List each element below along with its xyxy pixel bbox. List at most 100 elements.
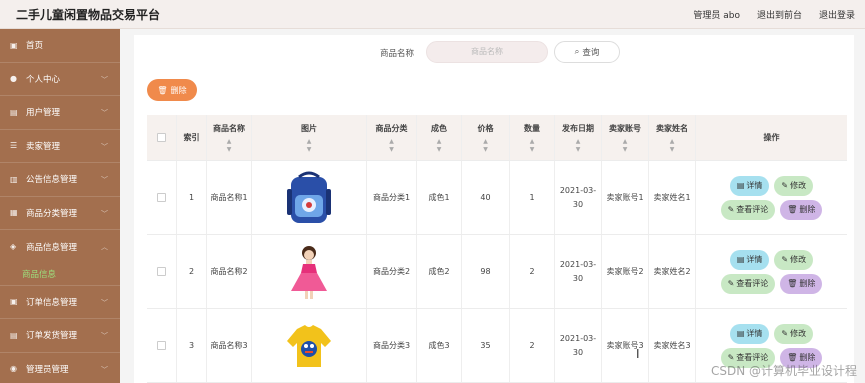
cell-seller-account: 卖家账号2 bbox=[602, 235, 649, 308]
cell-seller-name: 卖家姓名2 bbox=[649, 235, 696, 308]
sidebar: ▣ 首页 ● 个人中心 ﹀ ▤ 用户管理 ﹀ ☰ 卖家管理 ﹀ ▥ 公告信息管理… bbox=[0, 29, 120, 383]
sidebar-item-admins[interactable]: ◉ 管理员管理 ﹀ bbox=[0, 353, 120, 383]
header-date[interactable]: 发布日期 ▲ ▼ bbox=[555, 115, 602, 160]
row-delete-label: 删除 bbox=[799, 278, 816, 288]
edit-label: 修改 bbox=[790, 254, 807, 264]
order-icon: ▣ bbox=[10, 297, 18, 307]
edit-button[interactable]: ✎ 修改 bbox=[774, 175, 814, 196]
sidebar-item-label: 公告信息管理 bbox=[26, 175, 78, 186]
view-comments-button[interactable]: ✎ 查看评论 bbox=[720, 273, 776, 294]
batch-delete-button[interactable]: 🗑 删除 bbox=[147, 79, 197, 101]
header-category[interactable]: 商品分类 ▲ ▼ bbox=[367, 115, 417, 160]
sort-icon[interactable]: ▲ ▼ bbox=[227, 138, 232, 154]
header-label: 操作 bbox=[763, 132, 780, 142]
row-delete-button[interactable]: 🗑 删除 bbox=[780, 199, 823, 220]
pencil-icon: ✎ bbox=[781, 254, 789, 264]
row-checkbox[interactable] bbox=[157, 193, 166, 202]
header-name[interactable]: 商品名称 ▲ ▼ bbox=[207, 115, 252, 160]
search-input[interactable]: 商品名称 bbox=[426, 41, 548, 63]
cell-index: 3 bbox=[177, 309, 207, 382]
detail-label: 详情 bbox=[746, 328, 763, 338]
cell-image bbox=[252, 235, 367, 308]
sort-icon[interactable]: ▲ ▼ bbox=[576, 138, 581, 154]
pencil-icon: ✎ bbox=[727, 278, 735, 288]
detail-label: 详情 bbox=[746, 180, 763, 190]
chevron-down-icon: ﹀ bbox=[101, 209, 108, 218]
cell-index: 2 bbox=[177, 235, 207, 308]
header-label: 成色 bbox=[431, 123, 447, 133]
header-seller-name[interactable]: 卖家姓名 ▲ ▼ bbox=[649, 115, 696, 160]
cell-actions: ▤ 详情 ✎ 修改 ✎ 查看评论 🗑 删除 bbox=[696, 161, 847, 234]
notice-icon: ▥ bbox=[10, 174, 18, 184]
header-label: 商品分类 bbox=[375, 123, 408, 133]
top-actions: 管理员 abo 退出到前台 退出登录 bbox=[693, 8, 855, 21]
cell-name: 商品名称2 bbox=[207, 235, 252, 308]
actions-line: ✎ 查看评论 🗑 删除 bbox=[720, 273, 823, 294]
detail-button[interactable]: ▤ 详情 bbox=[729, 249, 770, 270]
detail-button[interactable]: ▤ 详情 bbox=[729, 323, 770, 344]
chevron-down-icon: ﹀ bbox=[101, 298, 108, 307]
sidebar-item-categories[interactable]: ▦ 商品分类管理 ﹀ bbox=[0, 197, 120, 230]
sort-icon[interactable]: ▲ ▼ bbox=[483, 138, 488, 154]
edit-button[interactable]: ✎ 修改 bbox=[774, 323, 814, 344]
cell-index: 1 bbox=[177, 161, 207, 234]
header-index: 索引 bbox=[177, 115, 207, 160]
sidebar-item-goods[interactable]: ◈ 商品信息管理 ︿ bbox=[0, 230, 120, 264]
search-button[interactable]: ⌕ 查询 bbox=[554, 41, 620, 63]
header-seller-account[interactable]: 卖家账号 ▲ ▼ bbox=[602, 115, 649, 160]
users-icon: ▤ bbox=[10, 107, 18, 117]
row-select-cell bbox=[147, 161, 177, 234]
sort-icon[interactable]: ▲ ▼ bbox=[623, 138, 628, 154]
sort-icon[interactable]: ▲ ▼ bbox=[307, 138, 312, 154]
sidebar-item-users[interactable]: ▤ 用户管理 ﹀ bbox=[0, 96, 120, 130]
cell-name: 商品名称1 bbox=[207, 161, 252, 234]
sidebar-item-orders[interactable]: ▣ 订单信息管理 ﹀ bbox=[0, 286, 120, 319]
backpack-image[interactable] bbox=[279, 169, 339, 227]
batch-delete-label: 删除 bbox=[170, 85, 187, 95]
actions-line: ▤ 详情 ✎ 修改 bbox=[729, 175, 814, 196]
logout-link[interactable]: 退出登录 bbox=[819, 8, 855, 21]
sort-icon[interactable]: ▲ ▼ bbox=[437, 138, 442, 154]
row-delete-label: 删除 bbox=[799, 204, 816, 214]
header-condition[interactable]: 成色 ▲ ▼ bbox=[417, 115, 462, 160]
edit-button[interactable]: ✎ 修改 bbox=[774, 249, 814, 270]
sidebar-item-shipping[interactable]: ▤ 订单发货管理 ﹀ bbox=[0, 319, 120, 353]
row-delete-button[interactable]: 🗑 删除 bbox=[780, 273, 823, 294]
view-comments-button[interactable]: ✎ 查看评论 bbox=[720, 199, 776, 220]
header-price[interactable]: 价格 ▲ ▼ bbox=[462, 115, 510, 160]
sort-icon[interactable]: ▲ ▼ bbox=[530, 138, 535, 154]
sidebar-item-sellers[interactable]: ☰ 卖家管理 ﹀ bbox=[0, 130, 120, 163]
row-checkbox[interactable] bbox=[157, 267, 166, 276]
header-label: 发布日期 bbox=[562, 123, 594, 133]
chevron-up-icon: ︿ bbox=[101, 243, 108, 251]
detail-button[interactable]: ▤ 详情 bbox=[729, 175, 770, 196]
sidebar-item-notices[interactable]: ▥ 公告信息管理 ﹀ bbox=[0, 163, 120, 197]
girl-dress-image[interactable] bbox=[279, 243, 339, 301]
user-icon: ● bbox=[10, 74, 17, 84]
category-icon: ▦ bbox=[10, 208, 18, 218]
sidebar-item-home[interactable]: ▣ 首页 bbox=[0, 29, 120, 63]
cell-date: 2021-03-30 bbox=[555, 161, 602, 234]
select-all-checkbox[interactable] bbox=[157, 133, 166, 142]
sidebar-item-label: 卖家管理 bbox=[26, 141, 61, 152]
comment-label: 查看评论 bbox=[736, 278, 769, 288]
sort-icon[interactable]: ▲ ▼ bbox=[670, 138, 675, 154]
actions-line: ✎ 查看评论 🗑 删除 bbox=[720, 199, 823, 220]
back-to-front-link[interactable]: 退出到前台 bbox=[757, 8, 802, 21]
row-checkbox[interactable] bbox=[157, 341, 166, 350]
cell-date: 2021-03-30 bbox=[555, 309, 602, 382]
cell-condition: 成色1 bbox=[417, 161, 462, 234]
sidebar-item-label: 商品信息管理 bbox=[26, 242, 78, 253]
cell-price: 35 bbox=[462, 309, 510, 382]
sidebar-item-profile[interactable]: ● 个人中心 ﹀ bbox=[0, 63, 120, 96]
edit-label: 修改 bbox=[790, 180, 807, 190]
chevron-down-icon: ﹀ bbox=[101, 365, 108, 374]
sweater-image[interactable] bbox=[279, 317, 339, 375]
sidebar-subitem-goods-info[interactable]: 商品信息 bbox=[0, 263, 120, 286]
sort-icon[interactable]: ▲ ▼ bbox=[389, 138, 394, 154]
app-title: 二手儿童闲置物品交易平台 bbox=[16, 8, 161, 22]
header-qty[interactable]: 数量 ▲ ▼ bbox=[510, 115, 555, 160]
header-image[interactable]: 图片 ▲ ▼ bbox=[252, 115, 367, 160]
current-user[interactable]: 管理员 abo bbox=[693, 8, 740, 21]
document-icon: ▤ bbox=[736, 254, 745, 264]
